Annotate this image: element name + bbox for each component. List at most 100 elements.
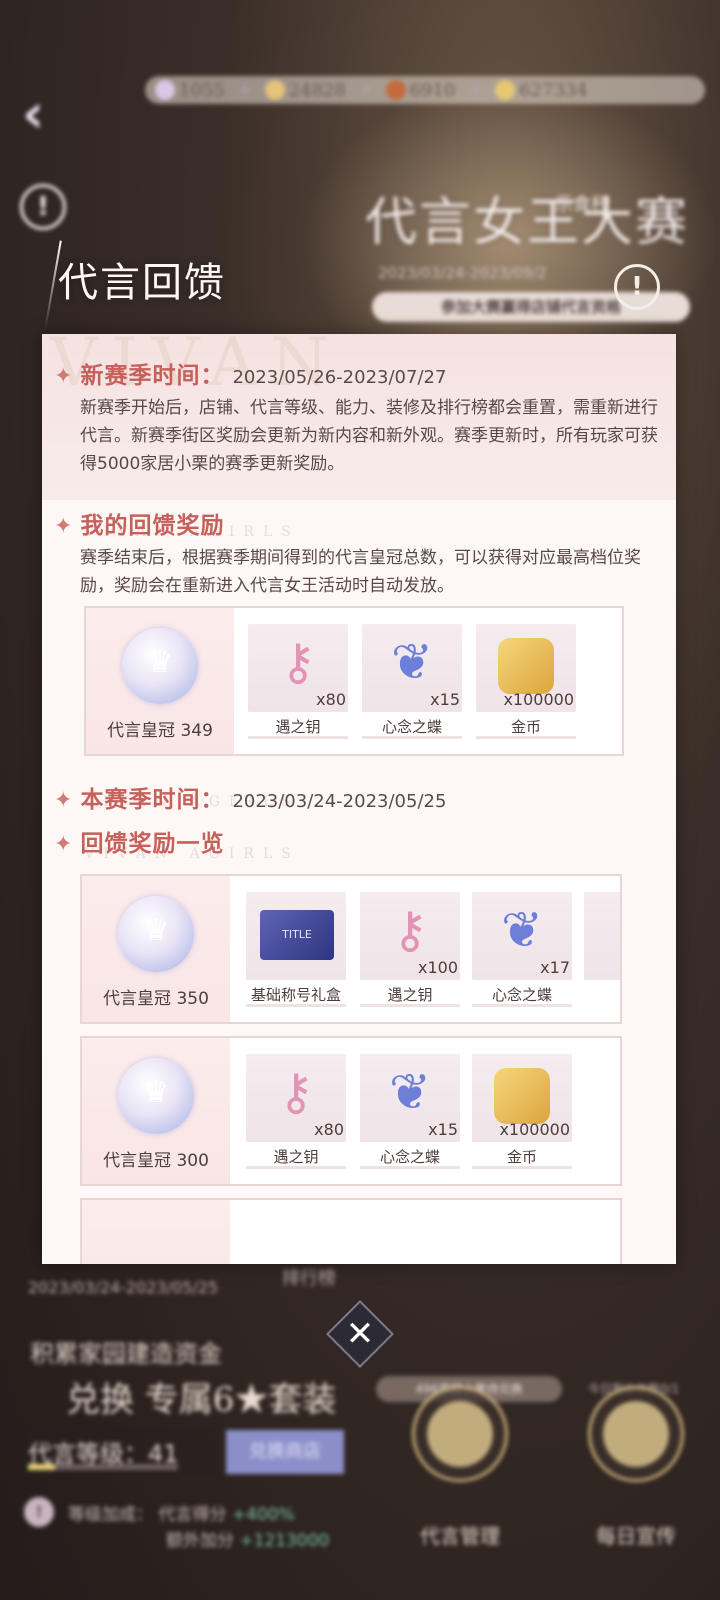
reward-item[interactable]: ❦ x17 心念之蝶 xyxy=(472,892,574,1007)
sparkle-icon: ✦ xyxy=(54,788,73,813)
this-season-heading-row: ✦ 本赛季时间： 2023/03/24-2023/05/25 xyxy=(54,780,446,814)
currency-value: 627334 xyxy=(519,79,588,101)
crown-token-icon xyxy=(264,80,285,100)
new-season-heading-row: ✦ 新赛季时间： 2023/05/26-2023/07/27 xyxy=(54,356,446,390)
crown-cell xyxy=(82,1200,230,1264)
coin-icon xyxy=(498,638,554,694)
reward-item[interactable]: TITLE 基础称号礼盒 xyxy=(246,892,348,1007)
crown-label: 代言皇冠 350 xyxy=(103,989,209,1009)
currency-item[interactable]: 6910 xyxy=(385,79,456,101)
item-name: 遇之钥 xyxy=(275,718,321,736)
sparkle-icon: ✦ xyxy=(54,514,73,539)
reward-item[interactable]: ⚷ x100 遇之钥 xyxy=(360,892,462,1007)
my-reward-heading: 我的回馈奖励 xyxy=(80,512,225,539)
promo-line-1: 积累家园建造资金 xyxy=(30,1340,222,1368)
manage-label: 代言管理 xyxy=(420,1524,500,1548)
acorn-icon xyxy=(385,80,406,100)
reward-list-heading: 回馈奖励一览 xyxy=(80,830,225,857)
reward-item-partial[interactable] xyxy=(584,892,620,1006)
item-quantity: x15 xyxy=(430,690,460,709)
currency-item[interactable]: 24828 xyxy=(264,79,346,101)
item-quantity: x15 xyxy=(428,1120,458,1139)
crown-badge-icon xyxy=(427,1401,493,1467)
item-card xyxy=(584,892,620,980)
add-currency-icon[interactable]: + xyxy=(239,82,251,98)
crown-label: 代言皇冠 349 xyxy=(107,721,213,741)
reward-item[interactable]: ❦ x15 心念之蝶 xyxy=(360,1054,462,1169)
butterfly-icon: ❦ xyxy=(501,901,543,959)
my-reward-box: ♛ 代言皇冠 349 ⚷ x80 遇之钥 ❦ x15 心念之蝶 x100000 … xyxy=(84,606,624,756)
item-card: TITLE xyxy=(246,892,346,980)
my-reward-text: 赛季结束后，根据赛季期间得到的代言皇冠总数，可以获得对应最高档位奖励，奖励会在重… xyxy=(80,548,641,596)
item-name: 基础称号礼盒 xyxy=(250,986,341,1004)
my-reward-heading-row: ✦ 我的回馈奖励 xyxy=(54,506,224,540)
level-progress-bar xyxy=(28,1464,178,1470)
item-quantity: x80 xyxy=(314,1120,344,1139)
currency-value: 1055 xyxy=(179,79,225,101)
currency-value: 24828 xyxy=(288,79,346,101)
butterfly-icon: ❦ xyxy=(389,1063,431,1121)
daily-label: 每日宣传 xyxy=(596,1524,676,1548)
reward-item[interactable]: ❦ x15 心念之蝶 xyxy=(362,624,464,739)
divider xyxy=(246,1004,346,1007)
crown-icon: ♛ xyxy=(118,896,194,972)
event-title: 代言女王大赛 xyxy=(365,193,690,253)
new-season-date: 2023/05/26-2023/07/27 xyxy=(232,367,447,388)
currency-item[interactable]: 1055 xyxy=(155,80,225,101)
this-season-heading: 本赛季时间： xyxy=(80,786,225,813)
item-quantity: x17 xyxy=(540,958,570,977)
bonus-info-icon[interactable]: ! xyxy=(24,1497,54,1527)
crown-cell: ♛ 代言皇冠 350 xyxy=(82,876,230,1022)
reward-item[interactable]: x100000 金币 xyxy=(472,1054,574,1169)
sparkle-icon: ✦ xyxy=(54,364,73,389)
key-icon: ⚷ xyxy=(279,633,317,691)
level-progress-fill xyxy=(28,1464,55,1470)
daily-promo-button[interactable] xyxy=(588,1386,684,1482)
item-name: 心念之蝶 xyxy=(379,1148,440,1166)
divider xyxy=(476,736,576,739)
bonus-name: 代言得分 xyxy=(158,1505,227,1525)
divider xyxy=(248,736,348,739)
reward-tier: ♛ 代言皇冠 300 ⚷ x80 遇之钥 ❦ x15 心念之蝶 x100000 … xyxy=(80,1036,622,1186)
season-dates: 2023/03/24-2023/05/25 xyxy=(28,1278,219,1297)
item-quantity: x100000 xyxy=(499,1120,570,1139)
document-icon xyxy=(603,1401,669,1467)
new-season-heading: 新赛季时间： xyxy=(80,362,225,389)
currency-bar: 1055 + 24828 + 6910 + 627334 xyxy=(145,76,705,104)
add-currency-icon[interactable]: + xyxy=(469,82,481,98)
reward-item[interactable]: x100000 金币 xyxy=(476,624,578,739)
crown-cell: ♛ 代言皇冠 349 xyxy=(86,608,234,754)
butterfly-icon: ❦ xyxy=(391,633,433,691)
currency-value: 6910 xyxy=(409,79,456,101)
bonus-value: +1213000 xyxy=(239,1531,330,1551)
currency-item[interactable]: 627334 xyxy=(495,80,588,101)
new-season-text: 新赛季开始后，店铺、代言等级、能力、装修及排行榜都会重置，需重新进行代言。新赛季… xyxy=(80,398,658,474)
crown-icon: ♛ xyxy=(118,1058,194,1134)
item-quantity: x80 xyxy=(316,690,346,709)
event-subtitle: 乐食杯 xyxy=(555,194,609,215)
reward-item[interactable]: ⚷ x80 遇之钥 xyxy=(248,624,350,739)
bonus-value: +400% xyxy=(231,1505,295,1525)
item-name: 遇之钥 xyxy=(273,1148,319,1166)
divider xyxy=(246,1166,346,1169)
leaderboard-button[interactable]: 排行榜 xyxy=(282,1264,336,1290)
coin-icon xyxy=(495,80,516,100)
reward-tier: ♛ 代言皇冠 350 TITLE 基础称号礼盒 ⚷ x100 遇之钥 ❦ x17… xyxy=(80,874,622,1024)
item-name: 心念之蝶 xyxy=(381,718,442,736)
bonus-label: 等级加成： xyxy=(68,1505,153,1525)
help-icon[interactable]: ! xyxy=(614,264,660,310)
back-arrow-icon[interactable]: ‹ xyxy=(22,84,72,144)
star-token-icon xyxy=(155,80,175,100)
bonus-line-2: 额外加分 +1213000 xyxy=(166,1526,329,1551)
close-icon[interactable]: ✕ xyxy=(336,1310,384,1358)
reward-popup: VIVAN ✦ 新赛季时间： 2023/05/26-2023/07/27 新赛季… xyxy=(42,334,676,1264)
reward-item[interactable]: ⚷ x80 遇之钥 xyxy=(246,1054,348,1169)
add-currency-icon[interactable]: + xyxy=(360,82,372,98)
crown-icon: ♛ xyxy=(122,628,198,704)
popup-title: 代言回馈 xyxy=(58,260,226,306)
reward-list-heading-row: ✦ 回馈奖励一览 xyxy=(54,824,224,858)
manage-button[interactable] xyxy=(412,1386,508,1482)
exchange-shop-button[interactable]: 兑换商店 xyxy=(226,1430,344,1474)
info-icon[interactable]: ! xyxy=(20,184,66,230)
crown-cell: ♛ 代言皇冠 300 xyxy=(82,1038,230,1184)
